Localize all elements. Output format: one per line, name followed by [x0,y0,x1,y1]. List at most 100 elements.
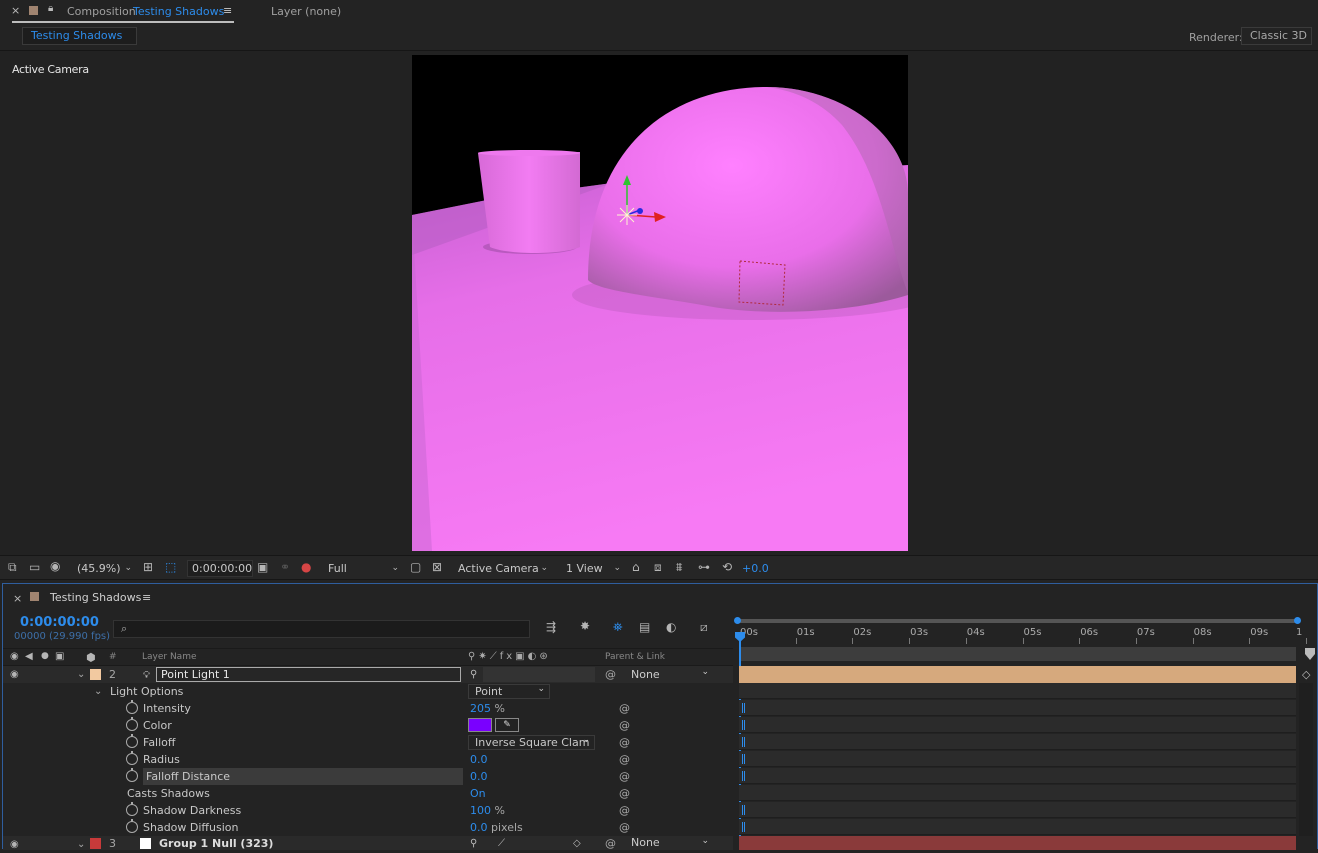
stopwatch-icon[interactable] [126,802,138,816]
property-name[interactable]: Intensity [143,700,191,717]
stopwatch-icon[interactable] [126,819,138,833]
expression-pickwhip-icon[interactable]: @ [619,819,630,836]
layer-visibility-eye-icon[interactable]: ◉ [10,836,19,853]
timeline-scrollbar[interactable] [1299,683,1313,836]
lock-column-icon[interactable]: ▣ [55,651,64,662]
eyedropper-icon[interactable]: ✎ [495,718,519,732]
layer-row-point-light[interactable]: ◉ ⌄ 2 💡︎ Point Light 1 ⚲ @ None ⌄ [3,666,733,683]
light-options-chevron-icon[interactable]: ⌄ [94,683,102,700]
expression-pickwhip-icon[interactable]: @ [619,717,630,734]
property-track[interactable] [739,785,1296,801]
draft-3d-icon[interactable]: ✸ [580,619,590,633]
keyframe-marker[interactable] [742,771,745,781]
stopwatch-icon[interactable] [126,700,138,714]
composition-mini-flowchart-icon[interactable]: ⇶ [546,620,556,634]
stopwatch-icon[interactable] [126,768,138,782]
keyframe-marker[interactable] [742,703,745,713]
resolution-dropdown[interactable]: Full ⌄ [323,560,403,577]
property-name[interactable]: Falloff Distance [143,768,463,785]
keyframe-marker[interactable] [742,822,745,832]
always-preview-icon[interactable]: ⧉ [8,560,17,575]
3d-view-dropdown[interactable]: Active Camera ⌄ [453,560,552,577]
property-track[interactable] [739,700,1296,716]
work-area-end-handle[interactable] [1294,617,1301,624]
monitor-icon[interactable]: ▭ [29,560,40,574]
layer-name-field[interactable]: Point Light 1 [156,667,461,682]
time-ruler[interactable]: 00s 01s 02s 03s 04s 05s 06s 07s 08s 09s 1 [739,626,1307,644]
composition-subtab[interactable]: Testing Shadows [22,27,137,45]
color-swatch[interactable] [468,718,492,732]
property-track[interactable] [739,819,1296,835]
pickwhip-icon[interactable]: @ [605,835,616,852]
flowchart-icon[interactable]: ⊶ [698,560,710,574]
expression-pickwhip-icon[interactable]: @ [619,785,630,802]
keyframe-navigator-icon[interactable]: ◇ [1302,668,1310,681]
layer-bar-point-light[interactable] [739,666,1296,683]
parent-dropdown[interactable]: None ⌄ [627,667,712,682]
expression-pickwhip-icon[interactable]: @ [619,700,630,717]
property-name[interactable]: Shadow Darkness [143,802,241,819]
shy-switch-icon[interactable]: ⚲ [470,835,477,852]
graph-editor-icon[interactable]: ⧄ [700,620,708,635]
falloff-dropdown[interactable]: Inverse Square Clam ⌄ [468,735,595,750]
expand-chevron-icon[interactable]: ⌄ [77,836,85,853]
layer-visibility-eye-icon[interactable]: ◉ [10,666,19,683]
property-name[interactable]: Casts Shadows [127,785,210,802]
property-track[interactable] [739,734,1296,750]
lock-icon[interactable]: 🔒︎ [48,3,53,14]
keyframe-marker[interactable] [742,754,745,764]
property-name[interactable]: Radius [143,751,180,768]
keyframe-marker[interactable] [742,720,745,730]
timeline-timecode[interactable]: 0:00:00:00 [20,615,99,630]
pickwhip-icon[interactable]: @ [605,666,616,683]
video-visibility-icon[interactable]: ◉ [10,651,19,662]
layer-bar-null[interactable] [739,836,1296,850]
layer-label-color[interactable] [90,669,101,680]
property-value[interactable]: 0.0 [470,751,488,768]
zoom-dropdown[interactable]: (45.9%) ⌄ [72,560,136,577]
renderer-dropdown[interactable]: Classic 3D [1241,27,1312,45]
property-name[interactable]: Shadow Diffusion [143,819,238,836]
layer-name-column-header[interactable]: Layer Name [142,652,197,662]
switches-area[interactable] [483,667,595,682]
property-name[interactable]: Color [143,717,172,734]
panel-menu-icon[interactable]: ≡ [223,4,232,17]
composition-canvas[interactable] [412,55,908,551]
transparency-grid-icon[interactable]: ⊠ [432,560,442,574]
switches-column-header[interactable]: ⚲✷⟋fx▣◐⊛ [468,651,551,662]
stopwatch-icon[interactable] [126,751,138,765]
timeline-menu-icon[interactable]: ≡ [142,591,151,604]
light-type-dropdown[interactable]: Point ⌄ [468,684,550,699]
solo-icon[interactable]: ● [41,651,49,661]
property-track[interactable] [739,751,1296,767]
quality-switch-icon[interactable]: ⟋ [498,835,505,852]
label-tag-icon[interactable]: ⬢ [86,651,96,664]
shy-switch-icon[interactable]: ⚲ [470,666,477,683]
comp-end-marker[interactable] [1305,648,1315,660]
stopwatch-icon[interactable] [126,734,138,748]
property-value[interactable]: 0.0 [470,768,488,785]
property-name[interactable]: Falloff [143,734,175,751]
expression-pickwhip-icon[interactable]: @ [619,802,630,819]
frame-blending-icon[interactable]: ▤ [639,620,650,634]
number-column-header[interactable]: # [109,652,117,662]
property-value[interactable]: On [470,785,486,802]
stopwatch-icon[interactable] [126,717,138,731]
expand-chevron-icon[interactable]: ⌄ [77,666,85,683]
property-value[interactable]: 205 % [470,700,505,717]
close-icon[interactable]: × [11,4,20,17]
timeline-close-icon[interactable]: × [13,592,22,605]
keyframe-marker[interactable] [742,737,745,747]
expression-pickwhip-icon[interactable]: @ [619,768,630,785]
work-area-start-handle[interactable] [734,617,741,624]
parent-column-header[interactable]: Parent & Link [605,652,665,662]
expression-pickwhip-icon[interactable]: @ [619,751,630,768]
fast-preview-toggle-icon[interactable]: ⧈ [654,560,662,575]
keyframe-marker[interactable] [742,805,745,815]
time-navigator-bar[interactable] [739,647,1296,661]
fast-previews-icon[interactable]: ▢ [410,560,421,574]
property-value[interactable]: 0.0 pixels [470,819,523,836]
parent-dropdown[interactable]: None ⌄ [627,836,712,850]
region-of-interest-icon[interactable]: ⬚ [165,560,176,574]
layer-panel-tab[interactable]: Layer (none) [271,5,341,18]
